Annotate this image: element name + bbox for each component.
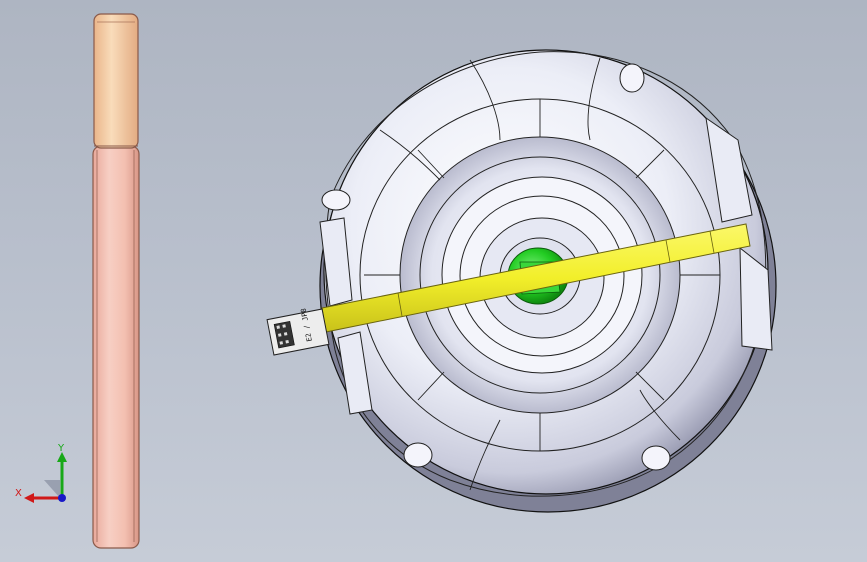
rim-boss (403, 442, 433, 468)
coordinate-triad: Y X (15, 443, 67, 503)
z-axis-dot (58, 494, 66, 502)
3d-scene[interactable]: E2 / JP8 (0, 0, 867, 562)
rod-body (92, 145, 140, 549)
rim-boss (641, 445, 671, 471)
rod-cap (93, 13, 139, 149)
y-axis-label: Y (57, 443, 65, 454)
x-axis-label: X (15, 488, 22, 499)
x-arrow-icon (24, 493, 34, 503)
copper-rod-part[interactable] (92, 13, 140, 549)
round-housing-part[interactable]: E2 / JP8 (266, 49, 777, 513)
rim-boss (619, 63, 645, 93)
rim-boss (321, 189, 351, 211)
triad-plane (44, 480, 60, 498)
flex-connector: E2 / JP8 (266, 308, 330, 356)
graphics-viewport[interactable]: E2 / JP8 Y X (0, 0, 867, 562)
